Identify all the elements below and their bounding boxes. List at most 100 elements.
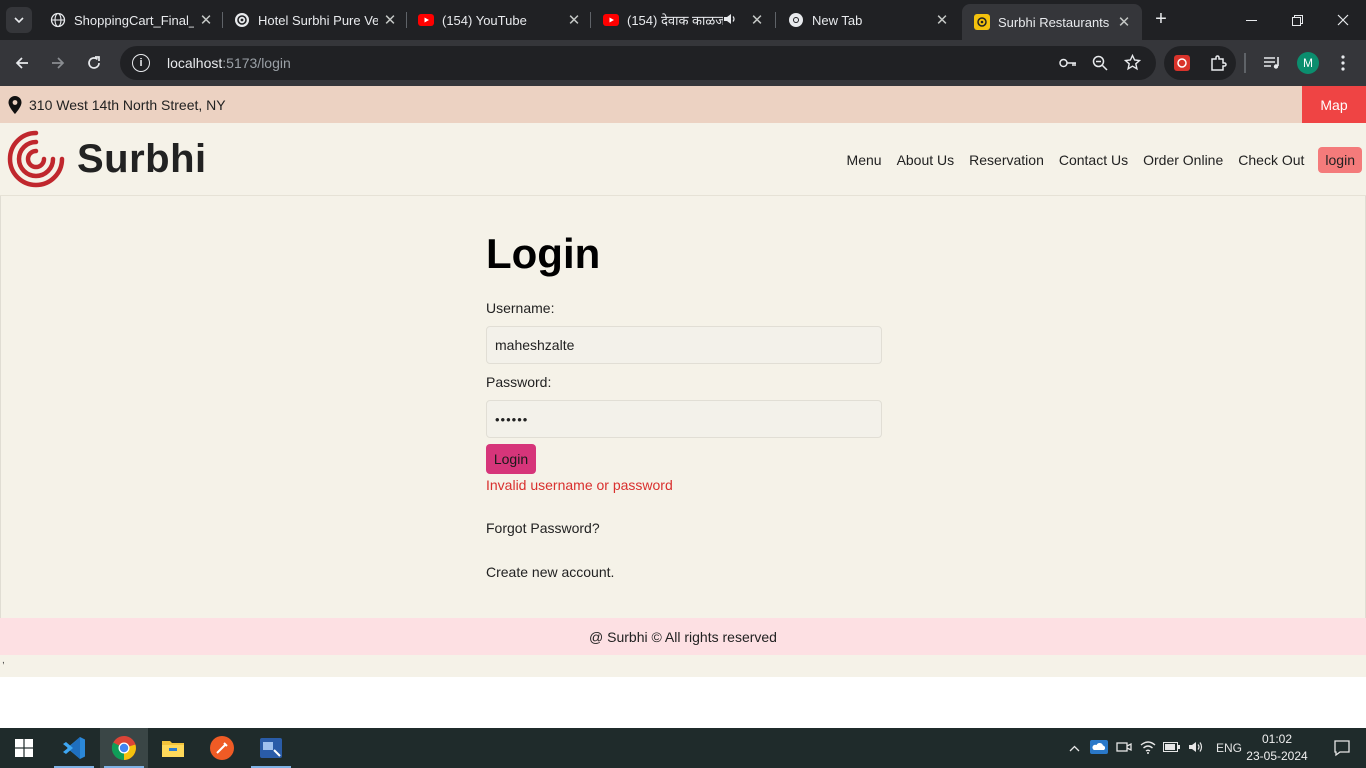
tab-new-tab[interactable]: New Tab ✕ bbox=[776, 4, 960, 36]
login-submit-button[interactable]: Login bbox=[486, 444, 536, 474]
profile-avatar[interactable]: M bbox=[1297, 52, 1319, 74]
taskbar-app-blue[interactable] bbox=[247, 728, 295, 768]
reload-icon bbox=[88, 56, 100, 69]
close-icon[interactable]: ✕ bbox=[749, 11, 765, 29]
close-icon[interactable]: ✕ bbox=[566, 11, 582, 29]
tab-title: ShoppingCart_Final_m bbox=[74, 12, 194, 28]
browser-toolbar: i localhost:5173/login bbox=[0, 40, 1366, 86]
tab-title: (154) YouTube bbox=[442, 12, 527, 28]
youtube-icon bbox=[603, 12, 619, 28]
surbhi-logo-icon[interactable] bbox=[7, 130, 65, 193]
page-bottom-strip: , bbox=[0, 655, 1366, 677]
media-control-icon[interactable] bbox=[1262, 53, 1282, 73]
taskbar-vscode[interactable] bbox=[50, 728, 98, 768]
password-input[interactable]: •••••• bbox=[486, 400, 882, 438]
url-host: localhost bbox=[167, 55, 223, 71]
close-icon[interactable]: ✕ bbox=[382, 11, 398, 29]
password-label: Password: bbox=[486, 374, 552, 390]
username-input[interactable]: maheshzalte bbox=[486, 326, 882, 364]
tab-title: Surbhi Restaurants bbox=[998, 14, 1110, 30]
close-icon[interactable]: ✕ bbox=[1116, 13, 1132, 31]
onedrive-cloud-icon[interactable] bbox=[1090, 739, 1108, 757]
taskbar-postman[interactable] bbox=[198, 728, 246, 768]
windows-start-button[interactable] bbox=[0, 728, 48, 768]
arrow-right-icon bbox=[52, 57, 65, 69]
reload-button[interactable] bbox=[80, 49, 108, 77]
tab-hotel-surbhi[interactable]: Hotel Surbhi Pure Veg ✕ bbox=[222, 4, 408, 36]
close-icon bbox=[1337, 14, 1349, 26]
youtube-icon bbox=[418, 12, 434, 28]
tab-title: (154) देवाक काळज bbox=[627, 13, 723, 28]
close-icon[interactable]: ✕ bbox=[934, 11, 950, 29]
system-tray: ENG bbox=[1066, 728, 1242, 768]
tab-title: Hotel Surbhi Pure Veg bbox=[258, 12, 378, 28]
tab-shoppingcart[interactable]: ShoppingCart_Final_m ✕ bbox=[38, 4, 224, 36]
vscode-icon bbox=[63, 737, 85, 759]
windows-logo-icon bbox=[15, 739, 33, 757]
close-window-button[interactable] bbox=[1320, 0, 1366, 40]
folder-icon bbox=[162, 741, 184, 757]
map-button[interactable]: Map bbox=[1302, 86, 1366, 123]
tab-surbhi-restaurants[interactable]: Surbhi Restaurants ✕ bbox=[962, 4, 1142, 40]
close-icon[interactable]: ✕ bbox=[198, 11, 214, 29]
taskbar-chrome[interactable] bbox=[100, 728, 148, 768]
nav-order-online[interactable]: Order Online bbox=[1143, 152, 1223, 168]
postman-icon bbox=[210, 736, 234, 760]
extension-red-icon[interactable] bbox=[1172, 53, 1192, 73]
bookmark-star-icon[interactable] bbox=[1122, 52, 1142, 72]
globe-icon bbox=[50, 12, 66, 28]
battery-icon[interactable] bbox=[1163, 741, 1181, 756]
main-nav: Menu About Us Reservation Contact Us Ord… bbox=[832, 147, 1362, 173]
chevron-up-icon[interactable] bbox=[1066, 741, 1082, 755]
new-tab-button[interactable]: + bbox=[1150, 8, 1172, 30]
nav-menu[interactable]: Menu bbox=[847, 152, 882, 168]
speaker-icon[interactable] bbox=[723, 12, 737, 29]
tab-search-button[interactable] bbox=[6, 7, 32, 33]
copyright-text: @ Surbhi © All rights reserved bbox=[589, 628, 777, 645]
chrome-icon bbox=[111, 736, 136, 761]
brand-name[interactable]: Surbhi bbox=[77, 137, 207, 182]
tab-youtube[interactable]: (154) YouTube ✕ bbox=[406, 4, 592, 36]
volume-icon[interactable] bbox=[1188, 740, 1204, 757]
site-footer: @ Surbhi © All rights reserved bbox=[0, 618, 1366, 655]
more-options-icon[interactable] bbox=[1333, 53, 1353, 73]
address-bar[interactable]: i localhost:5173/login bbox=[120, 46, 1156, 80]
language-indicator[interactable]: ENG bbox=[1216, 741, 1242, 755]
meet-now-icon[interactable] bbox=[1116, 739, 1132, 758]
stray-text: , bbox=[2, 655, 5, 666]
create-account-link[interactable]: Create new account. bbox=[486, 564, 614, 580]
notification-center-button[interactable] bbox=[1318, 728, 1366, 768]
forgot-password-link[interactable]: Forgot Password? bbox=[486, 520, 600, 536]
username-label: Username: bbox=[486, 300, 555, 316]
clock-time: 01:02 bbox=[1261, 732, 1293, 746]
nav-login-button[interactable]: login bbox=[1318, 147, 1362, 173]
system-clock[interactable]: 01:02 23-05-2024 bbox=[1243, 731, 1311, 765]
nav-about-us[interactable]: About Us bbox=[897, 152, 955, 168]
nav-contact-us[interactable]: Contact Us bbox=[1059, 152, 1128, 168]
site-info-icon[interactable]: i bbox=[132, 54, 150, 72]
password-key-icon[interactable] bbox=[1058, 53, 1078, 73]
minimize-button[interactable] bbox=[1228, 0, 1274, 40]
nav-check-out[interactable]: Check Out bbox=[1238, 152, 1304, 168]
puzzle-icon[interactable] bbox=[1208, 53, 1228, 73]
restaurant-address: 310 West 14th North Street, NY bbox=[29, 96, 226, 113]
web-page: 310 West 14th North Street, NY Map Surbh… bbox=[0, 86, 1366, 728]
forward-button[interactable] bbox=[44, 49, 72, 77]
wifi-icon[interactable] bbox=[1140, 740, 1156, 757]
tab-youtube-playing[interactable]: (154) देवाक काळज ✕ bbox=[591, 4, 775, 36]
nav-reservation[interactable]: Reservation bbox=[969, 152, 1044, 168]
chevron-down-icon bbox=[14, 17, 24, 24]
location-pin-icon bbox=[8, 95, 22, 114]
taskbar-file-explorer[interactable] bbox=[149, 728, 197, 768]
clock-date: 23-05-2024 bbox=[1246, 749, 1308, 763]
zoom-icon[interactable] bbox=[1090, 53, 1110, 73]
browser-tab-strip: ShoppingCart_Final_m ✕ Hotel Surbhi Pure… bbox=[0, 0, 1366, 40]
extensions-group bbox=[1164, 46, 1236, 80]
restore-button[interactable] bbox=[1274, 0, 1320, 40]
back-button[interactable] bbox=[8, 49, 36, 77]
login-section: Login Username: maheshzalte Password: ••… bbox=[0, 196, 1366, 618]
app-window-icon bbox=[260, 738, 282, 758]
restore-icon bbox=[1291, 14, 1303, 26]
tab-title: New Tab bbox=[812, 12, 863, 28]
error-message: Invalid username or password bbox=[486, 477, 673, 493]
